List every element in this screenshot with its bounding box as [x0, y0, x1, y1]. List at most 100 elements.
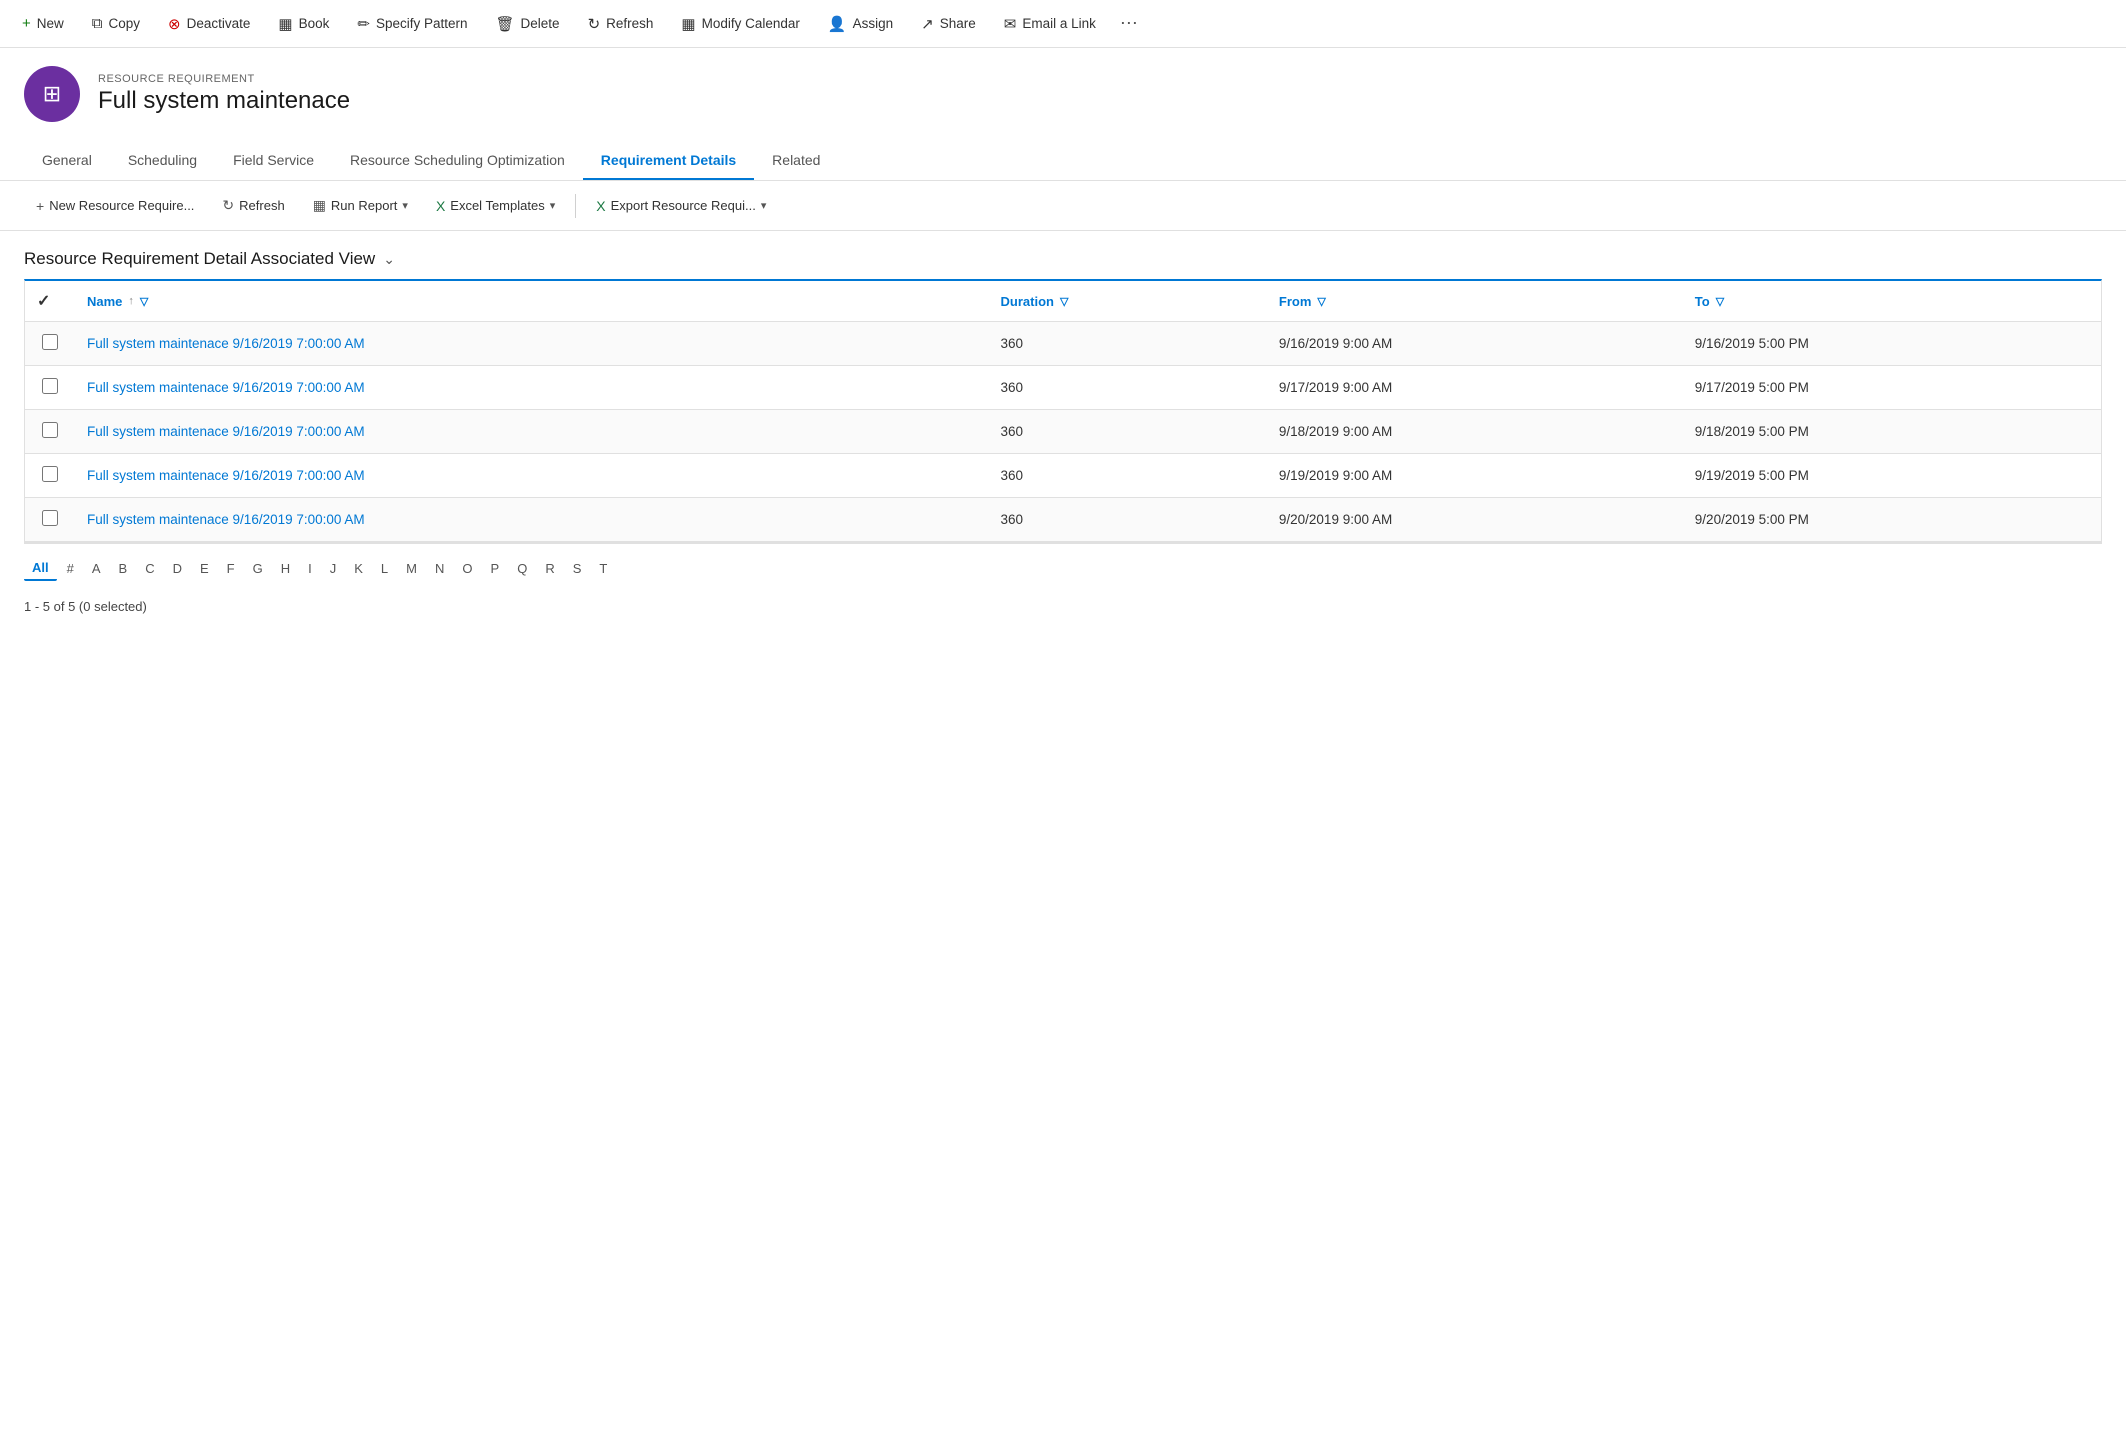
alpha-item-f[interactable]: F: [219, 557, 243, 580]
row-name-cell: Full system maintenace 9/16/2019 7:00:00…: [75, 410, 989, 454]
row-name-link[interactable]: Full system maintenace 9/16/2019 7:00:00…: [87, 380, 365, 395]
tab-field-service[interactable]: Field Service: [215, 142, 332, 180]
new-button[interactable]: + New: [8, 0, 78, 47]
alpha-item-l[interactable]: L: [373, 557, 396, 580]
alpha-item-t[interactable]: T: [591, 557, 615, 580]
row-checkbox[interactable]: [42, 334, 58, 350]
copy-button[interactable]: ⧉ Copy: [78, 0, 154, 47]
alpha-item-p[interactable]: P: [483, 557, 508, 580]
share-button[interactable]: ↗ Share: [907, 0, 990, 47]
sub-toolbar: + New Resource Require... ↻ Refresh ▦ Ru…: [0, 181, 2126, 231]
deactivate-button[interactable]: ⊗ Deactivate: [154, 0, 264, 47]
email-icon: ✉: [1004, 15, 1017, 33]
row-duration-cell: 360: [989, 454, 1267, 498]
name-filter-icon[interactable]: ▽: [140, 295, 148, 308]
view-title: Resource Requirement Detail Associated V…: [24, 249, 375, 269]
alpha-item-i[interactable]: I: [300, 557, 320, 580]
record-title: Full system maintenace: [98, 87, 350, 115]
alpha-item-all[interactable]: All: [24, 556, 57, 581]
to-filter-icon[interactable]: ▽: [1716, 295, 1724, 308]
alpha-item-s[interactable]: S: [565, 557, 590, 580]
delete-button[interactable]: 🗑 Delete: [481, 0, 573, 47]
share-icon: ↗: [921, 15, 934, 33]
alpha-item-h[interactable]: H: [273, 557, 298, 580]
table-row: Full system maintenace 9/16/2019 7:00:00…: [25, 454, 2101, 498]
duration-filter-icon[interactable]: ▽: [1060, 295, 1068, 308]
toolbar-more-button[interactable]: ⋯: [1110, 13, 1148, 34]
alpha-item-n[interactable]: N: [427, 557, 452, 580]
alpha-item-#[interactable]: #: [59, 557, 82, 580]
assign-button[interactable]: 👤 Assign: [814, 0, 907, 47]
excel-templates-chevron: ▾: [550, 199, 556, 212]
tab-related[interactable]: Related: [754, 142, 838, 180]
row-to-cell: 9/17/2019 5:00 PM: [1683, 366, 2101, 410]
excel-templates-button[interactable]: X Excel Templates ▾: [424, 192, 567, 220]
alpha-item-q[interactable]: Q: [509, 557, 535, 580]
email-link-button[interactable]: ✉ Email a Link: [990, 0, 1110, 47]
specify-pattern-icon: ✏: [357, 15, 370, 33]
export-icon: X: [596, 198, 605, 214]
sub-refresh-icon: ↻: [222, 197, 234, 214]
table-row: Full system maintenace 9/16/2019 7:00:00…: [25, 410, 2101, 454]
modify-calendar-button[interactable]: ▦ Modify Calendar: [667, 0, 813, 47]
modify-calendar-icon: ▦: [681, 15, 695, 33]
alpha-item-e[interactable]: E: [192, 557, 217, 580]
row-checkbox[interactable]: [42, 466, 58, 482]
excel-templates-icon: X: [436, 198, 445, 214]
row-name-link[interactable]: Full system maintenace 9/16/2019 7:00:00…: [87, 424, 365, 439]
row-to-cell: 9/16/2019 5:00 PM: [1683, 322, 2101, 366]
alpha-item-d[interactable]: D: [165, 557, 190, 580]
row-name-link[interactable]: Full system maintenace 9/16/2019 7:00:00…: [87, 336, 365, 351]
view-title-section: Resource Requirement Detail Associated V…: [0, 231, 2126, 279]
row-name-link[interactable]: Full system maintenace 9/16/2019 7:00:00…: [87, 468, 365, 483]
export-resource-button[interactable]: X Export Resource Requi... ▾: [584, 192, 778, 220]
row-name-cell: Full system maintenace 9/16/2019 7:00:00…: [75, 322, 989, 366]
row-from-cell: 9/16/2019 9:00 AM: [1267, 322, 1683, 366]
refresh-button[interactable]: ↻ Refresh: [574, 0, 668, 47]
book-icon: ▦: [278, 15, 292, 33]
alpha-item-b[interactable]: B: [111, 557, 136, 580]
new-icon: +: [22, 15, 31, 32]
run-report-button[interactable]: ▦ Run Report ▾: [301, 191, 420, 220]
tab-scheduling[interactable]: Scheduling: [110, 142, 215, 180]
main-toolbar: + New ⧉ Copy ⊗ Deactivate ▦ Book ✏ Speci…: [0, 0, 2126, 48]
tab-resource-scheduling-optimization[interactable]: Resource Scheduling Optimization: [332, 142, 583, 180]
alpha-item-r[interactable]: R: [537, 557, 562, 580]
from-filter-icon[interactable]: ▽: [1317, 295, 1325, 308]
row-from-cell: 9/20/2019 9:00 AM: [1267, 498, 1683, 542]
row-checkbox[interactable]: [42, 378, 58, 394]
row-name-cell: Full system maintenace 9/16/2019 7:00:00…: [75, 498, 989, 542]
row-checkbox[interactable]: [42, 422, 58, 438]
name-sort-icon[interactable]: ↑: [128, 295, 134, 307]
table-row: Full system maintenace 9/16/2019 7:00:00…: [25, 498, 2101, 542]
alpha-item-g[interactable]: G: [245, 557, 271, 580]
row-duration-cell: 360: [989, 498, 1267, 542]
row-from-cell: 9/17/2019 9:00 AM: [1267, 366, 1683, 410]
alpha-item-a[interactable]: A: [84, 557, 109, 580]
view-title-chevron[interactable]: ⌄: [383, 251, 395, 268]
sub-refresh-button[interactable]: ↻ Refresh: [210, 191, 296, 220]
record-icon: ⊞: [24, 66, 80, 122]
record-header: ⊞ RESOURCE REQUIREMENT Full system maint…: [0, 48, 2126, 132]
specify-pattern-button[interactable]: ✏ Specify Pattern: [343, 0, 481, 47]
alpha-item-m[interactable]: M: [398, 557, 425, 580]
tab-general[interactable]: General: [24, 142, 110, 180]
row-name-cell: Full system maintenace 9/16/2019 7:00:00…: [75, 454, 989, 498]
tab-requirement-details[interactable]: Requirement Details: [583, 142, 754, 180]
row-name-link[interactable]: Full system maintenace 9/16/2019 7:00:00…: [87, 512, 365, 527]
delete-icon: 🗑: [495, 15, 514, 33]
alpha-item-k[interactable]: K: [346, 557, 371, 580]
run-report-chevron: ▾: [402, 199, 408, 212]
to-column-header: To ▽: [1683, 281, 2101, 322]
copy-icon: ⧉: [92, 15, 103, 32]
row-duration-cell: 360: [989, 322, 1267, 366]
select-all-checkmark[interactable]: ✓: [37, 293, 50, 310]
alpha-item-c[interactable]: C: [137, 557, 162, 580]
book-button[interactable]: ▦ Book: [264, 0, 343, 47]
new-resource-require-button[interactable]: + New Resource Require...: [24, 192, 206, 220]
alpha-item-o[interactable]: O: [454, 557, 480, 580]
status-bar: 1 - 5 of 5 (0 selected): [24, 599, 2102, 614]
alpha-item-j[interactable]: J: [322, 557, 345, 580]
export-chevron: ▾: [761, 199, 767, 212]
row-checkbox[interactable]: [42, 510, 58, 526]
